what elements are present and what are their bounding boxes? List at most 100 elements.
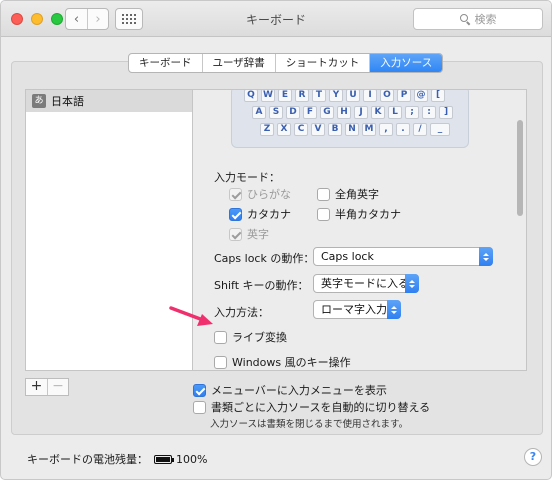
key: H (337, 106, 351, 119)
checkbox-label: 半角カタカナ (335, 208, 401, 221)
checkbox-unchecked[interactable] (214, 355, 227, 369)
checkbox-unchecked[interactable] (214, 330, 227, 344)
checkbox-label: ひらがな (247, 188, 291, 201)
key: ; (405, 106, 419, 119)
input-mode-label: 入力モード： (214, 171, 280, 184)
search-icon (459, 14, 470, 24)
preferences-window: ‹ › キーボード 検索 キーボード ユーザ辞書 ショートカット 入力ソース あ… (0, 0, 552, 480)
tab-user-dictionary[interactable]: ユーザ辞書 (201, 54, 275, 72)
key: V (311, 123, 325, 136)
key: E (278, 90, 292, 102)
show-input-menu-checkbox[interactable]: メニューバーに入力メニューを表示 (193, 382, 387, 398)
key: J (354, 106, 368, 119)
katakana-checkbox[interactable]: カタカナ (229, 206, 291, 222)
input-method-label: 入力方法： (214, 306, 269, 319)
checkbox-label: 全角英字 (335, 188, 379, 201)
checkbox-label: メニューバーに入力メニューを表示 (211, 384, 387, 397)
hiragana-icon: あ (32, 94, 46, 108)
tab-input-sources[interactable]: 入力ソース (369, 54, 443, 72)
source-settings: Q W E R T Y U I O P @ [ A S D F G H J K … (193, 89, 527, 371)
key: F (303, 106, 317, 119)
live-conversion-checkbox[interactable]: ライブ変換 (214, 329, 287, 345)
keyboard-row-3: Z X C V B N M , . / _ (260, 123, 450, 136)
key: U (346, 90, 360, 102)
shift-key-label: Shift キーの動作： (214, 279, 309, 292)
checkbox-label: カタカナ (247, 208, 291, 221)
key: Z (260, 123, 274, 136)
key: S (269, 106, 283, 119)
key: A (252, 106, 266, 119)
key: C (294, 123, 308, 136)
popup-value: ローマ字入力 (321, 303, 387, 316)
key: M (362, 123, 376, 136)
checkbox-unchecked[interactable] (193, 400, 206, 414)
checkbox-label: 英字 (247, 228, 269, 241)
romaji-checkbox: 英字 (229, 226, 269, 242)
checkbox-label: 書類ごとに入力ソースを自動的に切り替える (211, 401, 431, 414)
checkbox-checked[interactable] (193, 383, 206, 397)
help-button[interactable]: ? (524, 448, 542, 466)
key: X (277, 123, 291, 136)
key: R (295, 90, 309, 102)
chevron-updown-icon (387, 300, 401, 319)
add-source-button[interactable]: + (26, 379, 47, 395)
source-add-remove: + − (25, 378, 69, 396)
hiragana-checkbox: ひらがな (229, 186, 291, 202)
auto-switch-checkbox[interactable]: 書類ごとに入力ソースを自動的に切り替える (193, 399, 430, 415)
tab-keyboard[interactable]: キーボード (129, 54, 201, 72)
battery-value: 100% (176, 452, 208, 466)
battery-label: キーボードの電池残量： (27, 453, 148, 466)
checkbox-checked-disabled (229, 187, 242, 201)
input-source-list[interactable]: あ 日本語 (25, 89, 193, 371)
key: @ (414, 90, 428, 102)
key: : (422, 106, 436, 119)
chevron-updown-icon (479, 247, 493, 266)
input-method-popup[interactable]: ローマ字入力 (313, 300, 401, 319)
key: / (413, 123, 427, 136)
chevron-updown-icon (405, 274, 419, 293)
checkbox-unchecked[interactable] (317, 187, 330, 201)
key: [ (431, 90, 445, 102)
scrollbar-thumb[interactable] (517, 120, 523, 216)
key: P (397, 90, 411, 102)
search-placeholder: 検索 (474, 13, 497, 26)
popup-value: Caps lock (321, 250, 374, 263)
key: L (388, 106, 402, 119)
key: . (396, 123, 410, 136)
pointer-arrow-icon (169, 306, 213, 326)
key: T (312, 90, 326, 102)
tab-shortcuts[interactable]: ショートカット (274, 54, 370, 72)
remove-source-button[interactable]: − (47, 379, 68, 395)
shift-key-popup[interactable]: 英字モードに入る (313, 274, 419, 293)
checkbox-label: Windows 風のキー操作 (232, 356, 351, 369)
key: , (379, 123, 393, 136)
key: ] (439, 106, 453, 119)
auto-switch-note: 入力ソースは書類を閉じるまで使用されます。 (210, 419, 409, 430)
battery-icon (154, 454, 174, 464)
key: D (286, 106, 300, 119)
popup-value: 英字モードに入る (321, 277, 409, 290)
key: B (328, 123, 342, 136)
caps-lock-label: Caps lock の動作： (214, 252, 315, 265)
key: G (320, 106, 334, 119)
checkbox-unchecked[interactable] (317, 207, 330, 221)
list-item[interactable]: あ 日本語 (26, 90, 192, 112)
key: Y (329, 90, 343, 102)
fullwidth-roman-checkbox[interactable]: 全角英字 (317, 186, 379, 202)
tab-bar: キーボード ユーザ辞書 ショートカット 入力ソース (128, 53, 444, 73)
key: _ (430, 123, 450, 136)
search-input[interactable]: 検索 (413, 8, 543, 30)
key: I (363, 90, 377, 102)
checkbox-checked[interactable] (229, 207, 242, 221)
caps-lock-popup[interactable]: Caps lock (313, 247, 493, 266)
windows-keys-checkbox[interactable]: Windows 風のキー操作 (214, 354, 351, 370)
title-bar: ‹ › キーボード 検索 (1, 1, 551, 37)
key: W (261, 90, 275, 102)
keyboard-row-1: Q W E R T Y U I O P @ [ (244, 90, 445, 102)
source-label: 日本語 (51, 95, 84, 108)
halfwidth-katakana-checkbox[interactable]: 半角カタカナ (317, 206, 401, 222)
battery-status: キーボードの電池残量： 100% (27, 451, 207, 467)
checkbox-checked-disabled (229, 227, 242, 241)
keyboard-row-2: A S D F G H J K L ; : ] (252, 106, 453, 119)
key: Q (244, 90, 258, 102)
